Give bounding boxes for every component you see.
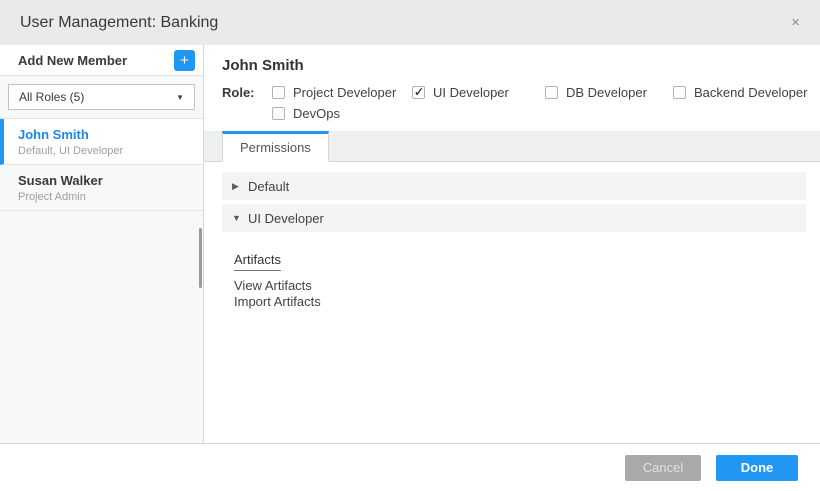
permission-view-artifacts: View Artifacts (234, 278, 806, 294)
roles-filter-value: All Roles (5) (19, 90, 84, 104)
dialog-title: User Management: Banking (20, 14, 218, 32)
checkbox-project-developer[interactable]: Project Developer (272, 85, 412, 100)
add-member-row: Add New Member + (0, 45, 203, 76)
tab-bar: Permissions (204, 131, 820, 162)
member-roles: Default, UI Developer (18, 145, 193, 157)
permissions-content: Artifacts View Artifacts Import Artifact… (222, 236, 806, 310)
checkbox-icon (272, 107, 285, 120)
member-list-item-susan-walker[interactable]: Susan Walker Project Admin (0, 165, 203, 211)
add-member-label: Add New Member (18, 53, 127, 68)
checkbox-ui-developer[interactable]: UI Developer (412, 85, 545, 100)
checkbox-icon (545, 86, 558, 99)
member-name: John Smith (18, 127, 193, 142)
member-roles: Project Admin (18, 191, 193, 203)
member-list: John Smith Default, UI Developer Susan W… (0, 118, 203, 211)
members-sidebar: Add New Member + All Roles (5) ▼ John Sm… (0, 45, 204, 443)
close-icon[interactable]: × (791, 15, 800, 30)
accordion-section-ui-developer[interactable]: ▼ UI Developer (222, 204, 806, 232)
checkbox-backend-developer[interactable]: Backend Developer (673, 85, 807, 100)
member-name: Susan Walker (18, 173, 193, 188)
dialog-footer: Cancel Done (0, 443, 820, 491)
sidebar-scrollbar-thumb[interactable] (199, 228, 202, 288)
accordion-section-default[interactable]: ▶ Default (222, 172, 806, 200)
role-assignment: Role: Project Developer UI Developer DB … (222, 85, 820, 121)
user-management-dialog: User Management: Banking × Add New Membe… (0, 0, 820, 491)
checkbox-icon (673, 86, 686, 99)
chevron-right-icon: ▶ (232, 181, 248, 192)
roles-filter-select[interactable]: All Roles (5) ▼ (8, 84, 195, 110)
chevron-down-icon: ▼ (176, 93, 184, 102)
role-row-2: DevOps (222, 106, 820, 121)
selected-member-heading: John Smith (222, 57, 820, 74)
checkbox-db-developer[interactable]: DB Developer (545, 85, 673, 100)
checkbox-icon (412, 86, 425, 99)
permission-import-artifacts: Import Artifacts (234, 294, 806, 310)
tab-permissions[interactable]: Permissions (222, 131, 329, 162)
dialog-header: User Management: Banking × (0, 0, 820, 45)
roles-filter-wrap: All Roles (5) ▼ (0, 76, 203, 118)
done-button[interactable]: Done (716, 455, 798, 481)
member-detail-panel: John Smith Role: Project Developer UI De… (204, 45, 820, 443)
chevron-down-icon: ▼ (232, 213, 248, 223)
add-member-button[interactable]: + (174, 50, 195, 71)
permissions-accordion: ▶ Default ▼ UI Developer Artifacts View … (222, 172, 806, 310)
cancel-button[interactable]: Cancel (625, 455, 701, 481)
role-row-1: Role: Project Developer UI Developer DB … (222, 85, 820, 100)
role-caption: Role: (222, 85, 272, 100)
permissions-group-heading: Artifacts (234, 252, 281, 271)
checkbox-devops[interactable]: DevOps (272, 106, 412, 121)
checkbox-icon (272, 86, 285, 99)
member-list-item-john-smith[interactable]: John Smith Default, UI Developer (0, 119, 203, 165)
dialog-body: Add New Member + All Roles (5) ▼ John Sm… (0, 45, 820, 443)
